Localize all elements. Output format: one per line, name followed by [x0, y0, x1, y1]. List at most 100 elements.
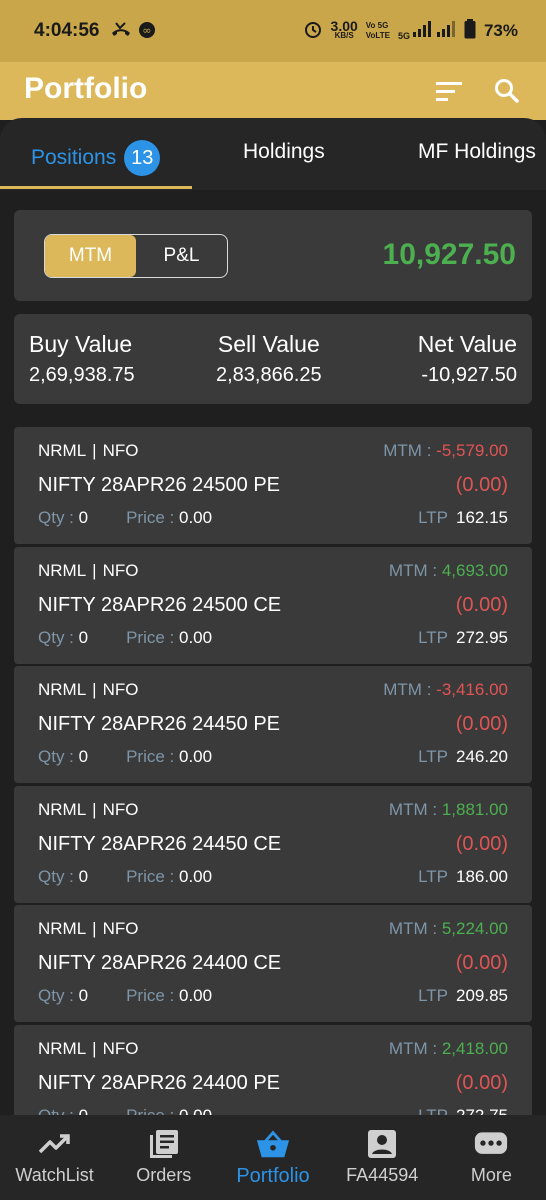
position-price: 0.00: [179, 747, 213, 767]
position-ltp: LTP 272.95: [418, 628, 508, 648]
position-mtm-value: 2,418.00: [441, 1039, 508, 1058]
battery-level: 73%: [483, 20, 518, 40]
position-pnl: (0.00): [455, 952, 508, 975]
mtm-total-value: 10,927.50: [382, 238, 516, 271]
separator: |: [92, 680, 97, 700]
position-ltp-value: 272.75: [456, 1106, 508, 1115]
position-card[interactable]: NRML | NFO MTM : 5,224.00 NIFTY 28APR26 2440…: [14, 905, 532, 1023]
nav-watchlist-label: WatchList: [15, 1165, 94, 1185]
status-bar: 4:04:56 ∞ 3.00 KB/S Vo 5G VoLTE 5G 73%: [0, 0, 546, 62]
position-ltp: LTP 246.20: [418, 747, 508, 767]
position-card[interactable]: NRML | NFO MTM : 1,881.00 NIFTY 28APR26 2445…: [14, 785, 532, 903]
separator: |: [92, 919, 97, 939]
positions-content[interactable]: MTM P&L 10,927.50 Buy Value 2,69,938.75 …: [0, 190, 546, 1115]
nav-account[interactable]: FA44594: [328, 1115, 437, 1200]
tab-holdings[interactable]: Holdings: [243, 140, 325, 164]
price-label: Price :: [126, 627, 179, 647]
position-ltp: LTP 162.15: [418, 508, 508, 528]
position-product: NRML: [38, 441, 87, 460]
position-mtm-value: -3,416.00: [436, 680, 508, 700]
price-label: Price :: [126, 747, 179, 767]
position-card[interactable]: NRML | NFO MTM : 4,693.00 NIFTY 28APR26 2450…: [14, 546, 532, 664]
basket-icon: [256, 1127, 290, 1161]
position-exchange: NFO: [102, 919, 139, 939]
position-qty: 0: [78, 866, 89, 886]
position-price: 0.00: [179, 866, 213, 886]
buy-value-block: Buy Value 2,69,938.75: [29, 331, 135, 387]
position-card[interactable]: NRML | NFO MTM : 2,418.00 NIFTY 28APR26 2440…: [14, 1025, 532, 1115]
position-symbol: NIFTY 28APR26 24500 CE: [38, 593, 282, 616]
separator: |: [92, 1039, 97, 1058]
position-ltp-value: 272.95: [456, 627, 508, 647]
position-qty: 0: [78, 747, 89, 767]
trending-up-icon: [38, 1127, 72, 1161]
positions-count-badge: 13: [124, 140, 161, 176]
price-label: Price :: [126, 866, 179, 886]
position-product-exchange: NRML | NFO: [38, 441, 138, 461]
position-qty-price: Qty : 0 Price : 0.00: [38, 508, 212, 528]
position-qty: 0: [79, 1106, 88, 1115]
position-mtm-value: -5,579.00: [436, 441, 508, 460]
position-mtm-value: 4,693.00: [441, 560, 508, 580]
missed-call-icon: [110, 21, 132, 44]
nav-watchlist[interactable]: WatchList: [0, 1115, 109, 1200]
alarm-icon: [303, 19, 323, 42]
toggle-pnl[interactable]: P&L: [136, 235, 227, 277]
buy-value-label: Buy Value: [29, 331, 133, 357]
toggle-mtm[interactable]: MTM: [45, 235, 136, 277]
position-product: NRML: [38, 799, 87, 819]
separator: |: [92, 799, 97, 819]
sort-icon[interactable]: [434, 76, 464, 106]
position-mtm: MTM : -5,579.00: [383, 441, 508, 461]
nav-portfolio-label: Portfolio: [236, 1165, 310, 1187]
net-value-label: Net Value: [417, 331, 517, 357]
position-product-exchange: NRML | NFO: [38, 561, 138, 581]
position-symbol: NIFTY 28APR26 24450 PE: [38, 713, 280, 736]
position-ltp-value: 186.00: [456, 866, 508, 886]
position-product-exchange: NRML | NFO: [38, 800, 138, 820]
search-icon[interactable]: [492, 76, 522, 106]
net-value-block: Net Value -10,927.50: [418, 331, 517, 387]
tab-positions[interactable]: Positions 13: [31, 140, 161, 176]
bottom-nav: WatchList Orders Portfolio FA44594 More: [0, 1115, 546, 1200]
mtm-label: MTM :: [388, 919, 442, 939]
nav-orders[interactable]: Orders: [109, 1115, 218, 1200]
tab-mf-holdings[interactable]: MF Holdings: [418, 140, 536, 164]
position-ltp: LTP 272.75: [418, 1106, 508, 1115]
network-volte: VoLTE: [365, 30, 390, 40]
sell-value-block: Sell Value 2,83,866.25: [216, 331, 322, 387]
position-exchange: NFO: [102, 560, 139, 580]
mtm-label: MTM :: [388, 560, 442, 580]
position-ltp: LTP 186.00: [418, 867, 508, 887]
nav-orders-label: Orders: [136, 1165, 192, 1185]
ltp-label: LTP: [418, 508, 448, 527]
position-price: 0.00: [179, 986, 213, 1006]
buy-value: 2,69,938.75: [29, 364, 135, 386]
position-card[interactable]: NRML | NFO MTM : -5,579.00 NIFTY 28APR26 245…: [14, 427, 532, 544]
nav-account-label: FA44594: [346, 1165, 419, 1185]
mtm-label: MTM :: [388, 799, 442, 819]
position-mtm-value: 5,224.00: [441, 919, 508, 939]
position-symbol: NIFTY 28APR26 24500 PE: [38, 474, 280, 496]
position-ltp-value: 209.85: [456, 986, 508, 1006]
qty-label: Qty :: [38, 1106, 79, 1115]
position-product: NRML: [38, 1039, 87, 1058]
nav-more[interactable]: More: [437, 1115, 546, 1200]
position-product: NRML: [38, 919, 87, 939]
position-pnl: (0.00): [455, 713, 508, 736]
position-pnl: (0.00): [455, 593, 508, 616]
nav-portfolio[interactable]: Portfolio: [218, 1115, 327, 1200]
mtm-pnl-toggle[interactable]: MTM P&L: [44, 234, 228, 278]
position-qty: 0: [78, 627, 89, 647]
mtm-label: MTM :: [383, 680, 437, 700]
separator: |: [92, 441, 97, 460]
position-qty-price: Qty : 0 Price : 0.00: [38, 867, 212, 887]
position-product-exchange: NRML | NFO: [38, 680, 138, 700]
tab-mf-holdings-label: MF Holdings: [418, 140, 536, 163]
position-card[interactable]: NRML | NFO MTM : -3,416.00 NIFTY 28APR26 244…: [14, 666, 532, 784]
network-5g: 5G: [397, 31, 410, 41]
position-exchange: NFO: [102, 441, 139, 460]
sell-value: 2,83,866.25: [216, 364, 322, 386]
ltp-label: LTP: [418, 986, 448, 1006]
qty-label: Qty :: [38, 866, 79, 886]
